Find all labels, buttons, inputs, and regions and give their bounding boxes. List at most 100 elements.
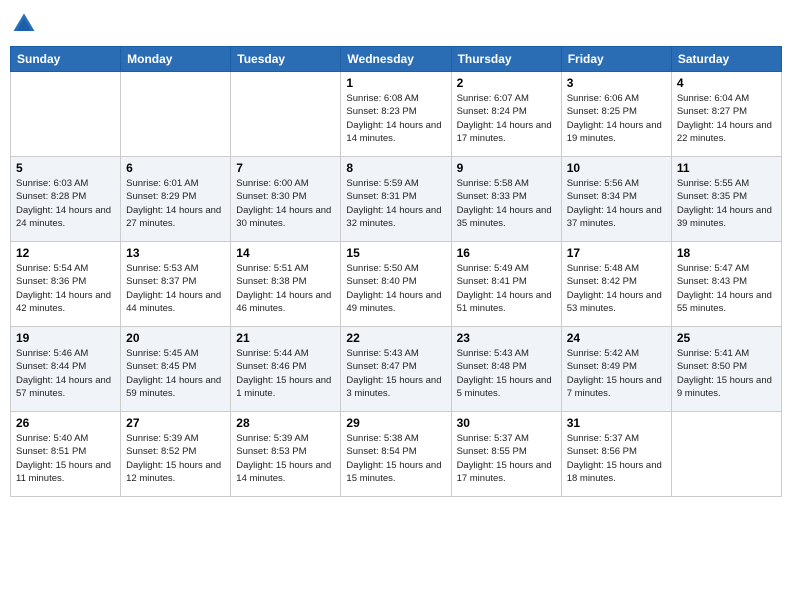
day-header: Friday <box>561 47 671 72</box>
calendar-cell: 9 Sunrise: 5:58 AM Sunset: 8:33 PM Daylig… <box>451 157 561 242</box>
day-info: Sunrise: 6:07 AM Sunset: 8:24 PM Dayligh… <box>457 92 556 145</box>
calendar-cell: 7Sunrise: 6:00 AM Sunset: 8:30 PM Daylig… <box>231 157 341 242</box>
day-number: 13 <box>126 246 225 260</box>
calendar-cell: 26Sunrise: 5:40 AM Sunset: 8:51 PM Dayli… <box>11 412 121 497</box>
day-info: Sunrise: 5:37 AM Sunset: 8:55 PM Dayligh… <box>457 432 556 485</box>
day-info: Sunrise: 5:59 AM Sunset: 8:31 PM Dayligh… <box>346 177 445 230</box>
calendar-cell: 28 Sunrise: 5:39 AM Sunset: 8:53 PM Dayli… <box>231 412 341 497</box>
day-info: Sunrise: 5:49 AM Sunset: 8:41 PM Dayligh… <box>457 262 556 315</box>
day-number: 14 <box>236 246 335 260</box>
day-header: Wednesday <box>341 47 451 72</box>
day-header: Saturday <box>671 47 781 72</box>
page-header <box>10 10 782 38</box>
day-number: 26 <box>16 416 115 430</box>
logo-icon <box>10 10 38 38</box>
day-number: 9 <box>457 161 556 175</box>
day-number: 25 <box>677 331 776 345</box>
day-info: Sunrise: 5:39 AM Sunset: 8:53 PM Dayligh… <box>236 432 335 485</box>
calendar-week-row: 26Sunrise: 5:40 AM Sunset: 8:51 PM Dayli… <box>11 412 782 497</box>
calendar-week-row: 19 Sunrise: 5:46 AM Sunset: 8:44 PM Dayli… <box>11 327 782 412</box>
day-info: Sunrise: 5:48 AM Sunset: 8:42 PM Dayligh… <box>567 262 666 315</box>
calendar-cell: 20 Sunrise: 5:45 AM Sunset: 8:45 PM Dayli… <box>121 327 231 412</box>
calendar-cell: 30 Sunrise: 5:37 AM Sunset: 8:55 PM Dayli… <box>451 412 561 497</box>
calendar-week-row: 5 Sunrise: 6:03 AM Sunset: 8:28 PM Daylig… <box>11 157 782 242</box>
day-number: 18 <box>677 246 776 260</box>
day-number: 19 <box>16 331 115 345</box>
day-info: Sunrise: 5:42 AM Sunset: 8:49 PM Dayligh… <box>567 347 666 400</box>
calendar-cell: 23 Sunrise: 5:43 AM Sunset: 8:48 PM Dayli… <box>451 327 561 412</box>
day-number: 10 <box>567 161 666 175</box>
day-number: 31 <box>567 416 666 430</box>
day-info: Sunrise: 5:55 AM Sunset: 8:35 PM Dayligh… <box>677 177 776 230</box>
day-number: 21 <box>236 331 335 345</box>
calendar-cell: 19 Sunrise: 5:46 AM Sunset: 8:44 PM Dayli… <box>11 327 121 412</box>
day-number: 29 <box>346 416 445 430</box>
calendar-week-row: 1 Sunrise: 6:08 AM Sunset: 8:23 PM Daylig… <box>11 72 782 157</box>
calendar-cell: 6 Sunrise: 6:01 AM Sunset: 8:29 PM Daylig… <box>121 157 231 242</box>
day-info: Sunrise: 5:50 AM Sunset: 8:40 PM Dayligh… <box>346 262 445 315</box>
day-info: Sunrise: 5:39 AM Sunset: 8:52 PM Dayligh… <box>126 432 225 485</box>
day-number: 5 <box>16 161 115 175</box>
day-info: Sunrise: 5:44 AM Sunset: 8:46 PM Dayligh… <box>236 347 335 400</box>
day-info: Sunrise: 5:45 AM Sunset: 8:45 PM Dayligh… <box>126 347 225 400</box>
day-number: 8 <box>346 161 445 175</box>
day-number: 3 <box>567 76 666 90</box>
day-info: Sunrise: 5:43 AM Sunset: 8:47 PM Dayligh… <box>346 347 445 400</box>
day-info: Sunrise: 5:37 AM Sunset: 8:56 PM Dayligh… <box>567 432 666 485</box>
day-number: 12 <box>16 246 115 260</box>
day-number: 28 <box>236 416 335 430</box>
day-info: Sunrise: 5:38 AM Sunset: 8:54 PM Dayligh… <box>346 432 445 485</box>
day-number: 1 <box>346 76 445 90</box>
calendar-cell: 4Sunrise: 6:04 AM Sunset: 8:27 PM Daylig… <box>671 72 781 157</box>
day-number: 30 <box>457 416 556 430</box>
calendar-cell: 24 Sunrise: 5:42 AM Sunset: 8:49 PM Dayli… <box>561 327 671 412</box>
day-info: Sunrise: 5:46 AM Sunset: 8:44 PM Dayligh… <box>16 347 115 400</box>
calendar-cell: 17 Sunrise: 5:48 AM Sunset: 8:42 PM Dayli… <box>561 242 671 327</box>
day-info: Sunrise: 6:06 AM Sunset: 8:25 PM Dayligh… <box>567 92 666 145</box>
calendar-cell: 2 Sunrise: 6:07 AM Sunset: 8:24 PM Daylig… <box>451 72 561 157</box>
day-info: Sunrise: 6:01 AM Sunset: 8:29 PM Dayligh… <box>126 177 225 230</box>
calendar-cell <box>121 72 231 157</box>
calendar-cell <box>671 412 781 497</box>
calendar-cell: 10 Sunrise: 5:56 AM Sunset: 8:34 PM Dayli… <box>561 157 671 242</box>
calendar-cell: 22 Sunrise: 5:43 AM Sunset: 8:47 PM Dayli… <box>341 327 451 412</box>
calendar-cell <box>231 72 341 157</box>
calendar-cell: 3 Sunrise: 6:06 AM Sunset: 8:25 PM Daylig… <box>561 72 671 157</box>
day-number: 16 <box>457 246 556 260</box>
day-info: Sunrise: 5:51 AM Sunset: 8:38 PM Dayligh… <box>236 262 335 315</box>
calendar-cell: 21 Sunrise: 5:44 AM Sunset: 8:46 PM Dayli… <box>231 327 341 412</box>
day-info: Sunrise: 6:03 AM Sunset: 8:28 PM Dayligh… <box>16 177 115 230</box>
day-info: Sunrise: 5:54 AM Sunset: 8:36 PM Dayligh… <box>16 262 115 315</box>
day-number: 2 <box>457 76 556 90</box>
day-info: Sunrise: 6:00 AM Sunset: 8:30 PM Dayligh… <box>236 177 335 230</box>
day-number: 24 <box>567 331 666 345</box>
calendar-cell: 16 Sunrise: 5:49 AM Sunset: 8:41 PM Dayli… <box>451 242 561 327</box>
day-number: 23 <box>457 331 556 345</box>
calendar: SundayMondayTuesdayWednesdayThursdayFrid… <box>10 46 782 497</box>
day-number: 11 <box>677 161 776 175</box>
day-info: Sunrise: 5:53 AM Sunset: 8:37 PM Dayligh… <box>126 262 225 315</box>
calendar-cell <box>11 72 121 157</box>
day-header: Sunday <box>11 47 121 72</box>
day-number: 27 <box>126 416 225 430</box>
logo <box>10 10 42 38</box>
calendar-cell: 25Sunrise: 5:41 AM Sunset: 8:50 PM Dayli… <box>671 327 781 412</box>
day-number: 4 <box>677 76 776 90</box>
day-info: Sunrise: 5:58 AM Sunset: 8:33 PM Dayligh… <box>457 177 556 230</box>
calendar-cell: 12 Sunrise: 5:54 AM Sunset: 8:36 PM Dayli… <box>11 242 121 327</box>
calendar-header-row: SundayMondayTuesdayWednesdayThursdayFrid… <box>11 47 782 72</box>
day-info: Sunrise: 6:08 AM Sunset: 8:23 PM Dayligh… <box>346 92 445 145</box>
day-number: 17 <box>567 246 666 260</box>
day-number: 20 <box>126 331 225 345</box>
day-info: Sunrise: 5:56 AM Sunset: 8:34 PM Dayligh… <box>567 177 666 230</box>
calendar-cell: 18 Sunrise: 5:47 AM Sunset: 8:43 PM Dayli… <box>671 242 781 327</box>
calendar-cell: 11 Sunrise: 5:55 AM Sunset: 8:35 PM Dayli… <box>671 157 781 242</box>
day-info: Sunrise: 5:43 AM Sunset: 8:48 PM Dayligh… <box>457 347 556 400</box>
calendar-cell: 27 Sunrise: 5:39 AM Sunset: 8:52 PM Dayli… <box>121 412 231 497</box>
day-number: 6 <box>126 161 225 175</box>
calendar-cell: 29 Sunrise: 5:38 AM Sunset: 8:54 PM Dayli… <box>341 412 451 497</box>
calendar-cell: 1 Sunrise: 6:08 AM Sunset: 8:23 PM Daylig… <box>341 72 451 157</box>
day-info: Sunrise: 5:47 AM Sunset: 8:43 PM Dayligh… <box>677 262 776 315</box>
day-number: 22 <box>346 331 445 345</box>
day-number: 15 <box>346 246 445 260</box>
